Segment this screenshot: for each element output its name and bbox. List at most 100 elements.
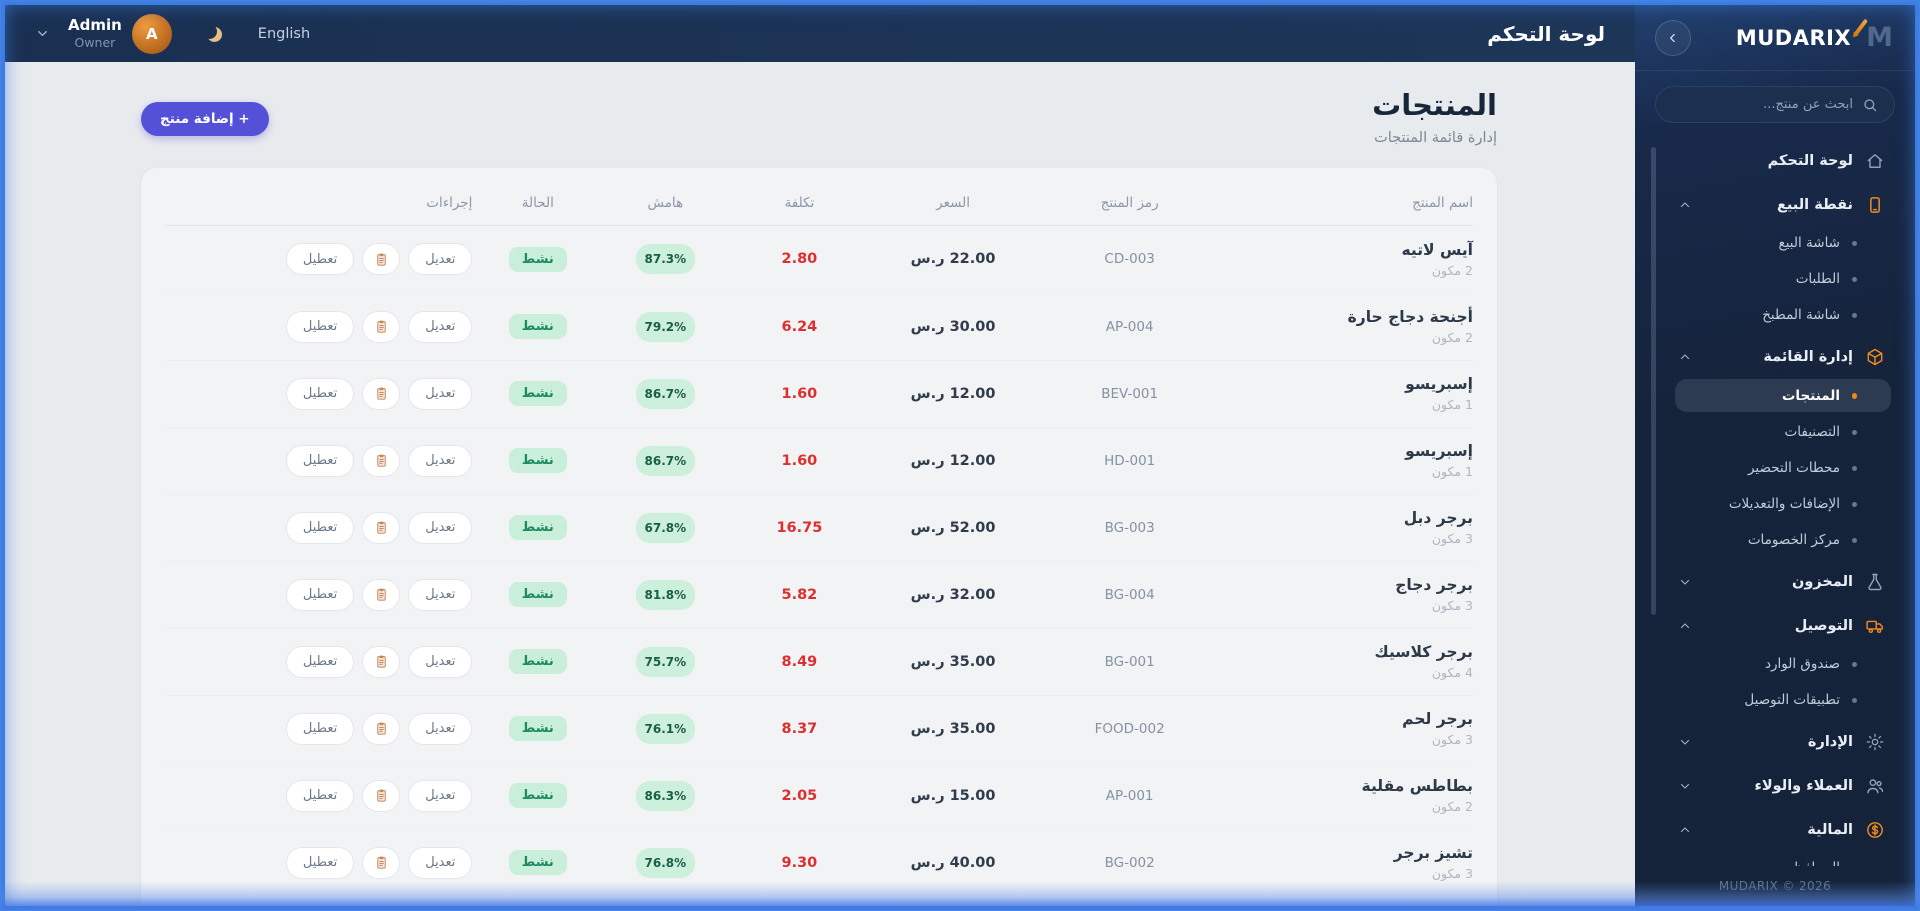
language-switcher[interactable]: English [258, 26, 310, 42]
clipboard-icon[interactable] [362, 243, 401, 276]
clipboard-icon[interactable] [362, 645, 401, 678]
sidebar-item-menu-management[interactable]: إدارة القائمة [1635, 337, 1915, 377]
sidebar-item-delivery[interactable]: التوصيل [1635, 606, 1915, 646]
edit-button[interactable]: تعديل [408, 645, 473, 678]
clipboard-icon[interactable] [362, 377, 401, 410]
sidebar-scrollbar[interactable] [1651, 147, 1656, 615]
edit-button[interactable]: تعديل [408, 779, 473, 812]
disable-button[interactable]: تعطيل [285, 846, 355, 879]
sidebar-subitem[interactable]: محطات التحضير [1635, 450, 1915, 486]
user-menu[interactable]: Admin Owner [68, 16, 122, 50]
disable-button[interactable]: تعطيل [285, 444, 355, 477]
sidebar-subitem[interactable]: المنتجات [1675, 379, 1891, 412]
product-name: برجر لحم [1402, 710, 1473, 729]
bullet-icon [1852, 392, 1857, 399]
disable-button[interactable]: تعطيل [285, 243, 355, 276]
chevron-down-icon [1679, 576, 1691, 588]
dark-mode-toggle[interactable] [200, 23, 222, 45]
chevron-up-icon [1679, 620, 1691, 632]
margin-badge: 67.8% [635, 512, 696, 543]
sidebar-item-label: الإدارة [1807, 734, 1853, 750]
sidebar-item-dashboard[interactable]: لوحة التحكم [1635, 141, 1915, 181]
sidebar-subitem[interactable]: شاشة البيع [1635, 225, 1915, 261]
product-name: آيس لاتيه [1401, 240, 1473, 259]
column-header: الحالة [521, 195, 554, 212]
table-row: برجر دبل 3 مكون BG-003 52.00 ر.س 16.75 6… [165, 493, 1473, 561]
sidebar-subitem[interactable]: مركز الخصومات [1635, 522, 1915, 558]
margin-badge: 86.7% [635, 445, 696, 476]
product-price: 22.00 ر.س [910, 251, 996, 268]
sidebar-item-inventory[interactable]: المخزون [1635, 562, 1915, 602]
brand-name: MUDARIX [1735, 25, 1852, 50]
sidebar-item-administration[interactable]: الإدارة [1635, 722, 1915, 762]
sidebar-subitem[interactable]: الطلبات [1635, 261, 1915, 297]
margin-badge: 87.3% [635, 244, 696, 275]
bullet-icon [1852, 865, 1857, 866]
disable-button[interactable]: تعطيل [285, 310, 355, 343]
sidebar-subitem[interactable]: المحافظ [1635, 850, 1915, 866]
row-actions: تعديل تعطيل [171, 310, 473, 343]
sidebar-item-label: التوصيل [1794, 618, 1853, 634]
column-header: اسم المنتج [1412, 195, 1473, 212]
product-name: برجر دبل [1403, 509, 1473, 528]
edit-button[interactable]: تعديل [408, 310, 473, 343]
clipboard-icon[interactable] [362, 846, 401, 879]
sidebar-item-pos[interactable]: نقطة البيع [1635, 185, 1915, 225]
sidebar-collapse-button[interactable] [1655, 19, 1691, 56]
sidebar-subitem-label: التصنيفات [1784, 424, 1840, 440]
edit-button[interactable]: تعديل [408, 712, 473, 745]
product-cost: 9.30 [781, 854, 818, 871]
edit-button[interactable]: تعديل [408, 511, 473, 544]
user-name: Admin [68, 16, 122, 35]
sidebar-subitem[interactable]: تطبيقات التوصيل [1635, 682, 1915, 718]
flask-icon [1864, 572, 1885, 593]
product-price: 12.00 ر.س [910, 385, 996, 402]
row-actions: تعديل تعطيل [171, 645, 473, 678]
bullet-icon [1852, 312, 1857, 318]
disable-button[interactable]: تعطيل [285, 645, 355, 678]
edit-button[interactable]: تعديل [408, 243, 473, 276]
search-input[interactable] [1672, 97, 1853, 112]
sidebar-subitem-label: مركز الخصومات [1747, 532, 1840, 548]
sidebar-subitem[interactable]: التصنيفات [1635, 414, 1915, 450]
disable-button[interactable]: تعطيل [285, 712, 355, 745]
column-header: رمز المنتج [1100, 195, 1159, 212]
product-code: BG-003 [1104, 519, 1155, 536]
clipboard-icon[interactable] [362, 511, 401, 544]
sidebar-subitem[interactable]: صندوق الوارد [1635, 646, 1915, 682]
sidebar-subitem[interactable]: الإضافات والتعديلات [1635, 486, 1915, 522]
edit-button[interactable]: تعديل [408, 846, 473, 879]
sidebar-item-finance[interactable]: المالية [1635, 810, 1915, 850]
disable-button[interactable]: تعطيل [285, 377, 355, 410]
product-components: 2 مكون [1431, 799, 1473, 815]
sidebar-subitem-label: محطات التحضير [1747, 460, 1840, 476]
add-product-button[interactable]: + إضافة منتج [141, 102, 269, 136]
disable-button[interactable]: تعطيل [285, 511, 355, 544]
avatar[interactable]: A [131, 13, 172, 54]
product-code: HD-001 [1104, 452, 1156, 469]
product-price: 30.00 ر.س [910, 318, 996, 335]
edit-button[interactable]: تعديل [408, 377, 473, 410]
sidebar-item-customers-loyalty[interactable]: العملاء والولاء [1635, 766, 1915, 806]
clipboard-icon[interactable] [362, 444, 401, 477]
clipboard-icon[interactable] [362, 578, 401, 611]
row-actions: تعديل تعطيل [171, 377, 473, 410]
product-cost: 2.80 [781, 251, 818, 268]
column-header: السعر [936, 195, 971, 212]
sidebar-subitem[interactable]: شاشة المطبخ [1635, 297, 1915, 333]
clipboard-icon[interactable] [362, 310, 401, 343]
clipboard-icon[interactable] [362, 712, 401, 745]
clipboard-icon[interactable] [362, 779, 401, 812]
disable-button[interactable]: تعطيل [285, 578, 355, 611]
sidebar-subitem-label: شاشة البيع [1778, 235, 1840, 251]
edit-button[interactable]: تعديل [408, 444, 473, 477]
product-components: 2 مكون [1431, 262, 1473, 278]
product-name: برجر كلاسيك [1374, 643, 1473, 662]
edit-button[interactable]: تعديل [408, 578, 473, 611]
status-badge: نشط [508, 783, 567, 809]
chevron-down-icon[interactable] [35, 26, 50, 41]
disable-button[interactable]: تعطيل [285, 779, 355, 812]
margin-badge: 86.3% [635, 780, 696, 811]
column-header: تكلفة [784, 195, 815, 212]
status-badge: نشط [508, 381, 567, 407]
